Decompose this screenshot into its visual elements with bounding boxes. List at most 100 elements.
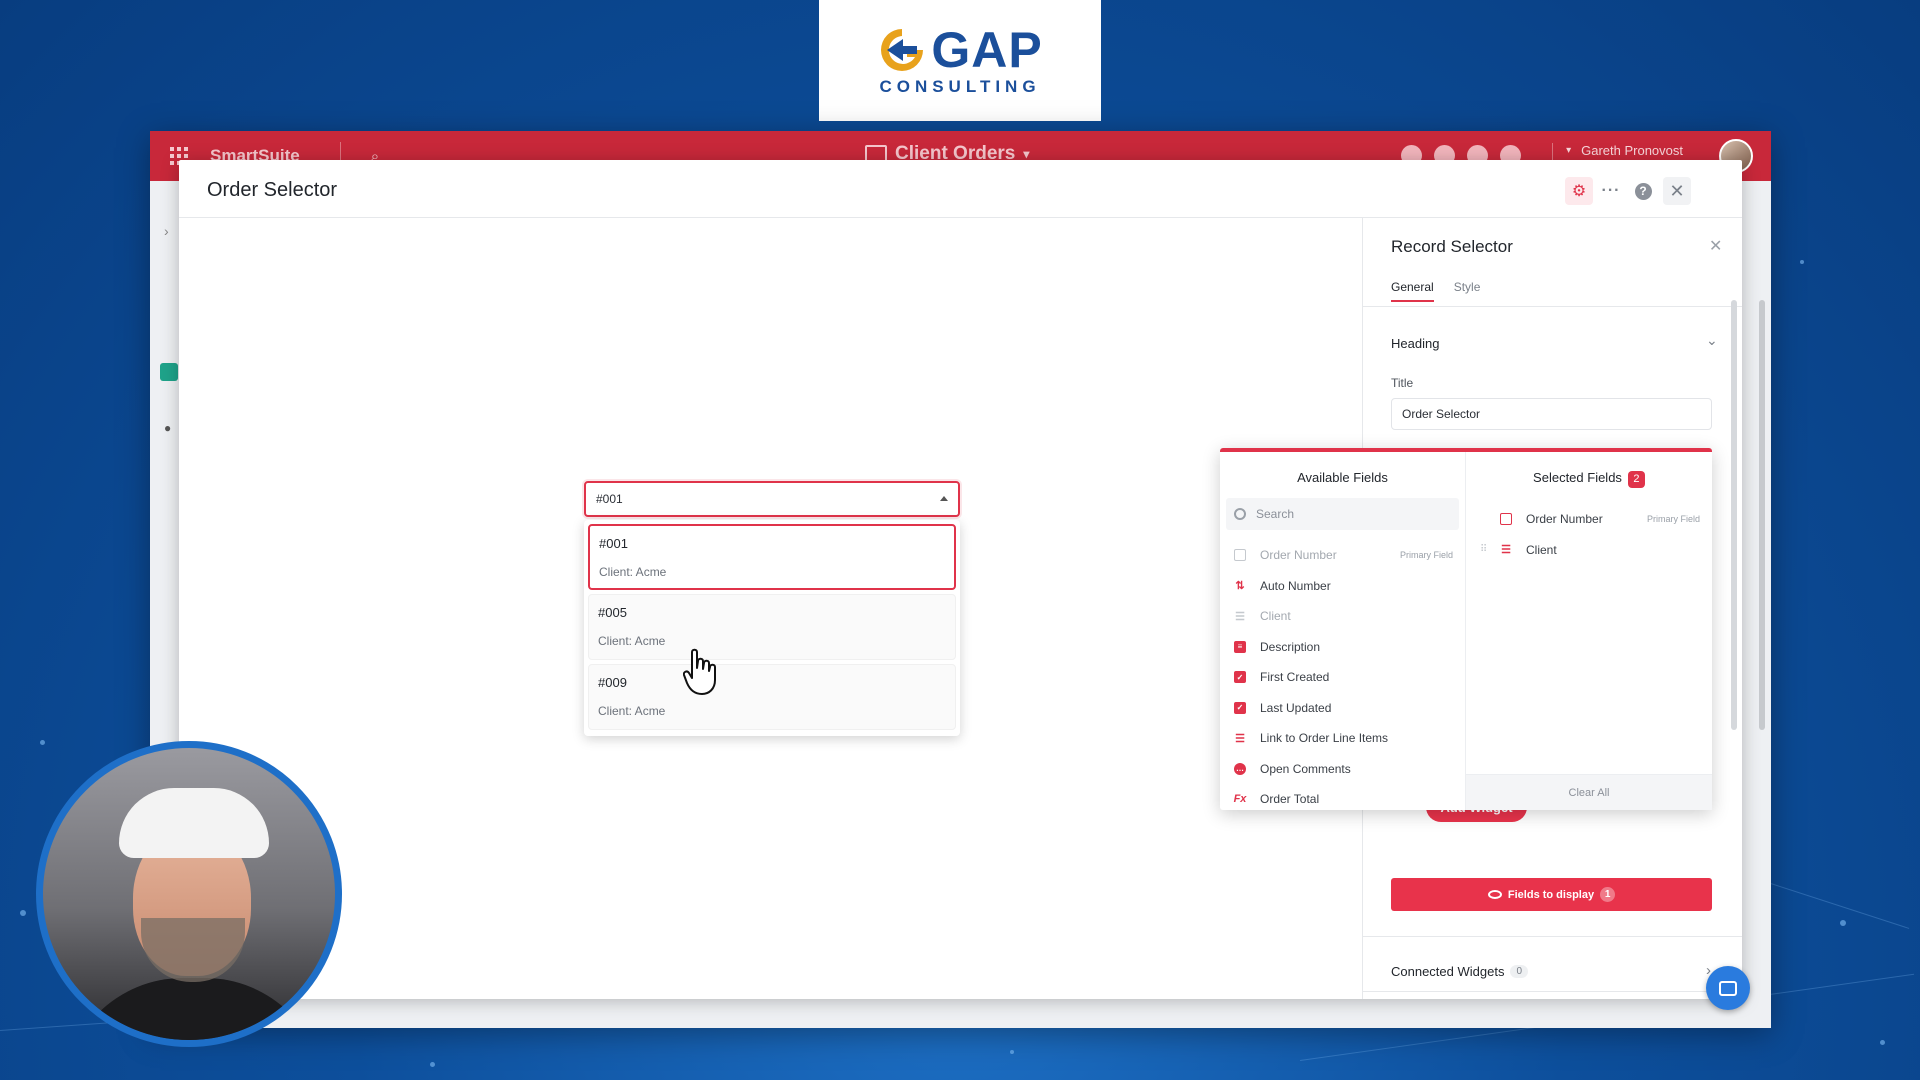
selected-count-badge: 2 xyxy=(1627,471,1645,488)
field-label: Order Number xyxy=(1260,548,1337,563)
chevron-down-icon: ▾ xyxy=(1023,147,1030,161)
webcam-presenter xyxy=(36,741,342,1047)
field-label: Order Total xyxy=(1260,792,1320,807)
field-label: Order Number xyxy=(1526,512,1603,527)
comment-icon: … xyxy=(1234,762,1246,775)
list-item[interactable]: #001 Client: Acme xyxy=(588,524,956,590)
field-label: Client xyxy=(1526,542,1557,557)
option-number: #001 xyxy=(599,536,628,551)
sort-number-icon: ⇅ xyxy=(1235,580,1245,593)
chevron-right-icon[interactable]: › xyxy=(164,223,178,239)
list-item[interactable]: … Open Comments xyxy=(1220,754,1465,785)
search-placeholder: Search xyxy=(1256,507,1295,521)
list-item[interactable]: #009 Client: Acme xyxy=(588,664,956,730)
user-name: Gareth Pronovost xyxy=(1581,143,1683,158)
available-fields-column: Available Fields Search Order Number Pri… xyxy=(1220,452,1465,810)
list-item[interactable]: Order Number Primary Field xyxy=(1466,504,1712,535)
fields-popup: Available Fields Search Order Number Pri… xyxy=(1220,448,1712,810)
connected-label: Connected Widgets xyxy=(1391,964,1505,979)
list-item[interactable]: ☰ Client xyxy=(1220,601,1465,632)
tab-style[interactable]: Style xyxy=(1454,280,1481,302)
list-item[interactable]: ✓ Last Updated xyxy=(1220,693,1465,724)
chevron-down-icon[interactable]: ⌄ xyxy=(1706,332,1718,349)
document-icon: ≡ xyxy=(1234,640,1246,653)
link-list-icon: ☰ xyxy=(1501,544,1511,557)
link-list-icon: ☰ xyxy=(1235,732,1245,745)
available-fields-title: Available Fields xyxy=(1297,470,1388,485)
option-number: #009 xyxy=(598,675,627,690)
selected-fields-list: Order Number Primary Field ⠿ ☰ Client xyxy=(1466,504,1712,565)
tab-general[interactable]: General xyxy=(1391,280,1434,302)
record-selector-value: #001 xyxy=(596,492,623,506)
option-client: Client: Acme xyxy=(598,634,666,648)
hand-cursor-icon xyxy=(683,648,716,695)
settings-scrollbar[interactable] xyxy=(1731,300,1737,730)
heading-section-toggle[interactable]: Heading xyxy=(1391,336,1439,351)
calendar-check-icon: ✓ xyxy=(1234,671,1246,684)
list-item[interactable]: ≡ Description xyxy=(1220,632,1465,663)
title-label: Title xyxy=(1391,376,1414,390)
field-label: Auto Number xyxy=(1260,578,1331,593)
option-client: Client: Acme xyxy=(598,704,666,718)
chat-support-button[interactable] xyxy=(1706,966,1750,1010)
available-fields-list: Order Number Primary Field ⇅ Auto Number… xyxy=(1220,540,1465,815)
settings-title: Record Selector xyxy=(1391,237,1513,256)
field-label: Description xyxy=(1260,639,1321,654)
field-label: Link to Order Line Items xyxy=(1260,731,1389,746)
connected-count-badge: 0 xyxy=(1510,965,1529,978)
divider xyxy=(1363,936,1742,937)
question-icon: ? xyxy=(1634,182,1652,200)
fields-button-label: Fields to display xyxy=(1507,888,1595,901)
fields-count-badge: 1 xyxy=(1600,887,1616,902)
link-list-icon: ☰ xyxy=(1235,610,1245,623)
search-icon xyxy=(1234,508,1246,520)
drag-handle-icon[interactable]: ⠿ xyxy=(1480,544,1487,555)
calendar-icon xyxy=(1234,549,1246,562)
list-item[interactable]: ✓ First Created xyxy=(1220,662,1465,693)
logo-word: GAP xyxy=(931,21,1043,78)
widget-preview-canvas: #001 #001 Client: Acme #005 Client: Acme… xyxy=(179,218,1362,999)
caret-up-icon xyxy=(940,496,948,501)
field-label: First Created xyxy=(1260,670,1330,685)
option-client: Client: Acme xyxy=(599,565,667,579)
modal-title: Order Selector xyxy=(207,179,338,201)
divider xyxy=(1363,306,1742,307)
formula-icon: Fx xyxy=(1233,793,1247,806)
list-item[interactable]: #005 Client: Acme xyxy=(588,594,956,660)
page-scrollbar[interactable] xyxy=(1759,300,1765,730)
search-input[interactable]: Search xyxy=(1226,498,1459,530)
chat-icon xyxy=(1719,980,1737,996)
eye-icon xyxy=(1487,890,1502,899)
clear-all-button[interactable]: Clear All xyxy=(1466,774,1712,810)
fields-to-display-button[interactable]: Fields to display 1 xyxy=(1391,878,1712,911)
selected-fields-title: Selected Fields 2 xyxy=(1466,470,1712,488)
divider xyxy=(1363,991,1742,992)
gap-logo-mark-icon xyxy=(881,28,924,71)
user-menu[interactable]: ▾ Gareth Pronovost xyxy=(1566,143,1683,158)
list-item[interactable]: Fx Order Total xyxy=(1220,784,1465,815)
record-selector-input[interactable]: #001 xyxy=(584,481,960,517)
close-icon[interactable]: ✕ xyxy=(1663,177,1691,205)
logo-subtitle: CONSULTING xyxy=(879,76,1041,96)
selected-fields-column: Selected Fields 2 Order Number Primary Fi… xyxy=(1465,452,1712,810)
title-input[interactable]: Order Selector xyxy=(1391,398,1712,430)
primary-field-tag: Primary Field xyxy=(1646,514,1700,525)
more-options-icon[interactable]: ··· xyxy=(1597,177,1625,205)
modal-header: Order Selector ⚙ ··· ? ✕ xyxy=(179,160,1742,218)
close-icon[interactable]: ✕ xyxy=(1709,236,1722,256)
option-number: #005 xyxy=(598,605,627,620)
calendar-icon xyxy=(1500,513,1512,526)
connected-widgets-toggle[interactable]: Connected Widgets 0 xyxy=(1391,964,1529,979)
record-selector-dropdown: #001 Client: Acme #005 Client: Acme #009… xyxy=(584,520,960,736)
chevron-down-icon: ▾ xyxy=(1566,145,1572,156)
list-item[interactable]: ☰ Link to Order Line Items xyxy=(1220,723,1465,754)
user-icon[interactable]: ● xyxy=(164,421,178,435)
calendar-check-icon: ✓ xyxy=(1234,701,1246,714)
list-item[interactable]: ⇅ Auto Number xyxy=(1220,571,1465,602)
field-label: Client xyxy=(1260,609,1291,624)
gear-icon[interactable]: ⚙ xyxy=(1565,177,1593,205)
list-item[interactable]: ⠿ ☰ Client xyxy=(1466,535,1712,566)
list-item[interactable]: Order Number Primary Field xyxy=(1220,540,1465,571)
help-button[interactable]: ? xyxy=(1629,177,1657,205)
dashboard-icon[interactable] xyxy=(160,363,178,381)
